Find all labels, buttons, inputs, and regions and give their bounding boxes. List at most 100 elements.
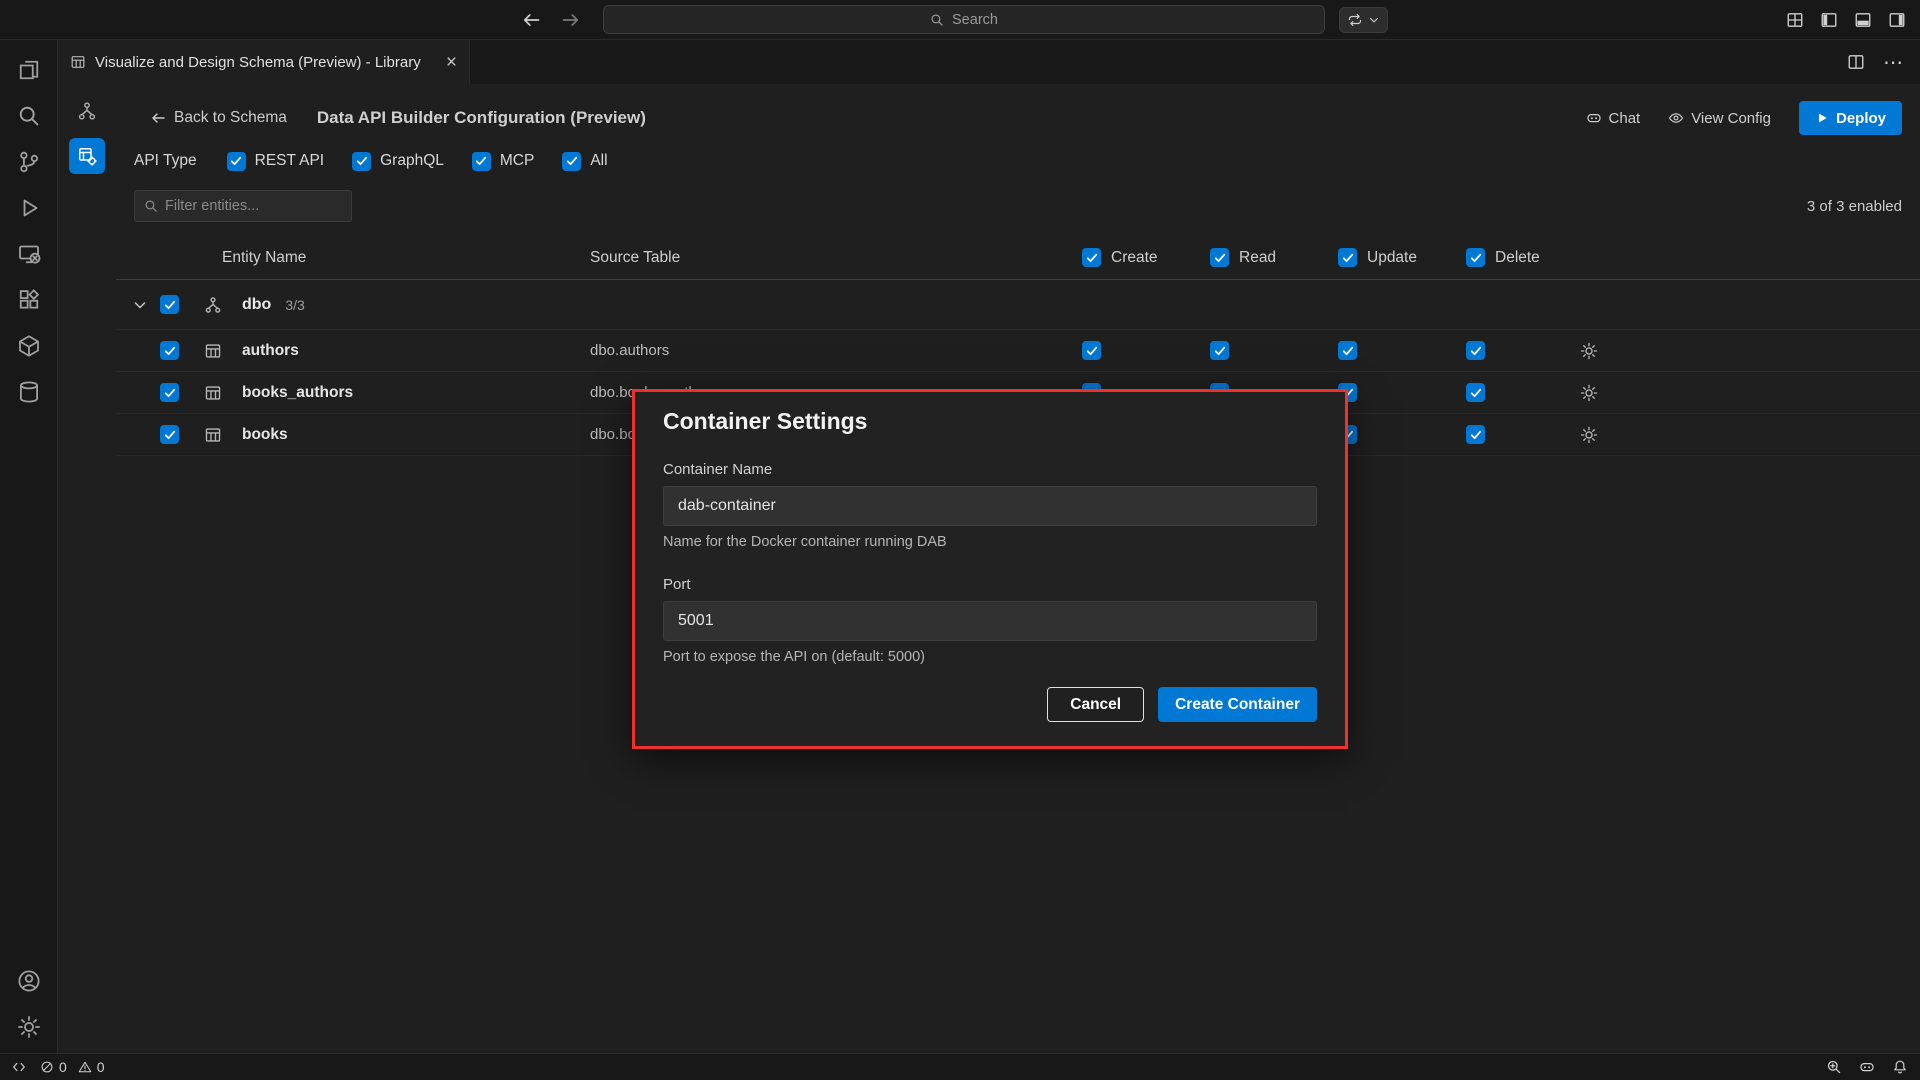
api-type-mcp-checkbox[interactable]: MCP [472, 152, 534, 171]
row-settings-gear-icon[interactable] [1580, 384, 1598, 402]
split-editor-icon[interactable] [1847, 53, 1865, 71]
container-name-field: Container Name Name for the Docker conta… [663, 461, 1317, 550]
table-row: authors dbo.authors [116, 330, 1920, 372]
activity-search-icon[interactable] [15, 102, 43, 130]
tab-close-icon[interactable]: × [446, 53, 457, 72]
copilot-status-icon[interactable] [1859, 1059, 1875, 1075]
checkbox-checked[interactable] [227, 152, 246, 171]
search-icon [144, 199, 158, 213]
session-loop-button[interactable] [1339, 7, 1388, 33]
schema-group-count: 3/3 [285, 297, 304, 313]
update-header-label: Update [1367, 249, 1417, 267]
create-all-checkbox[interactable] [1082, 248, 1101, 267]
dialog-title: Container Settings [663, 408, 1317, 435]
deploy-button[interactable]: Deploy [1799, 101, 1902, 135]
read-all-checkbox[interactable] [1210, 248, 1229, 267]
row-settings-gear-icon[interactable] [1580, 342, 1598, 360]
all-label: All [590, 152, 607, 170]
table-icon [204, 342, 222, 360]
layout-controls [1786, 11, 1906, 29]
update-all-checkbox[interactable] [1338, 248, 1357, 267]
checkbox-checked[interactable] [352, 152, 371, 171]
search-box[interactable]: Search [603, 5, 1325, 34]
activity-explorer-icon[interactable] [15, 56, 43, 84]
row-checkbox[interactable] [160, 383, 179, 402]
group-checkbox[interactable] [160, 295, 179, 314]
tab-label: Visualize and Design Schema (Preview) - … [95, 54, 437, 71]
title-bar-right [1325, 7, 1920, 33]
activity-accounts-icon[interactable] [15, 967, 43, 995]
activity-remote-explorer-icon[interactable] [15, 240, 43, 268]
chevron-down-icon[interactable] [132, 297, 148, 313]
activity-sql-server-icon[interactable] [15, 378, 43, 406]
tab-visualize-design-schema[interactable]: Visualize and Design Schema (Preview) - … [58, 40, 470, 84]
copilot-chat-icon [1586, 110, 1602, 126]
api-type-label: API Type [134, 152, 197, 170]
activity-run-debug-icon[interactable] [15, 194, 43, 222]
container-settings-dialog: Container Settings Container Name Name f… [632, 389, 1348, 749]
deploy-label: Deploy [1836, 110, 1886, 127]
checkbox-checked[interactable] [562, 152, 581, 171]
api-type-all-checkbox[interactable]: All [562, 152, 607, 171]
activity-extensions-icon[interactable] [15, 286, 43, 314]
delete-checkbox[interactable] [1466, 425, 1485, 444]
errors-count: 0 [59, 1059, 67, 1075]
create-header-label: Create [1111, 249, 1158, 267]
container-name-help: Name for the Docker container running DA… [663, 534, 1317, 550]
delete-all-checkbox[interactable] [1466, 248, 1485, 267]
toggle-primary-sidebar-icon[interactable] [1820, 11, 1838, 29]
filter-entities-field[interactable] [134, 190, 352, 222]
create-container-button[interactable]: Create Container [1158, 687, 1317, 722]
more-actions-icon[interactable]: ⋯ [1883, 50, 1904, 75]
read-header-label: Read [1239, 249, 1276, 267]
read-checkbox[interactable] [1210, 341, 1229, 360]
schema-group-row: dbo 3/3 [116, 280, 1920, 330]
api-type-row: API Type REST API GraphQL MCP All [134, 146, 1902, 176]
activity-bar [0, 40, 58, 1053]
nav-forward-button[interactable] [561, 10, 581, 30]
nav-back-button[interactable] [521, 10, 541, 30]
customize-layout-icon[interactable] [1786, 11, 1804, 29]
delete-checkbox[interactable] [1466, 341, 1485, 360]
activity-settings-gear-icon[interactable] [15, 1013, 43, 1041]
view-config-label: View Config [1691, 110, 1771, 127]
entity-name-header: Entity Name [204, 249, 590, 267]
api-type-graphql-checkbox[interactable]: GraphQL [352, 152, 444, 171]
chevron-down-icon [1368, 14, 1380, 26]
view-config-button[interactable]: View Config [1668, 110, 1771, 127]
row-settings-gear-icon[interactable] [1580, 426, 1598, 444]
update-checkbox[interactable] [1338, 341, 1357, 360]
cancel-button[interactable]: Cancel [1047, 687, 1144, 722]
back-to-schema-link[interactable]: Back to Schema [150, 109, 287, 127]
rail-dab-config-icon[interactable] [69, 138, 105, 174]
entity-source: dbo.authors [590, 342, 1082, 359]
notifications-bell-icon[interactable] [1892, 1059, 1908, 1075]
delete-checkbox[interactable] [1466, 383, 1485, 402]
activity-database-projects-icon[interactable] [15, 332, 43, 360]
row-checkbox[interactable] [160, 425, 179, 444]
entity-name: authors [242, 342, 590, 360]
toggle-panel-icon[interactable] [1854, 11, 1872, 29]
row-checkbox[interactable] [160, 341, 179, 360]
rest-api-label: REST API [255, 152, 325, 170]
remote-indicator[interactable] [12, 1060, 26, 1074]
checkbox-checked[interactable] [472, 152, 491, 171]
entity-name: books [242, 426, 590, 444]
toggle-secondary-sidebar-icon[interactable] [1888, 11, 1906, 29]
zoom-icon[interactable] [1826, 1059, 1842, 1075]
header-actions: Chat View Config Deploy [1586, 101, 1902, 135]
table-header-row: Entity Name Source Table Create Read Upd… [116, 236, 1920, 280]
api-type-rest-checkbox[interactable]: REST API [227, 152, 325, 171]
rail-schema-view-icon[interactable] [72, 96, 102, 126]
filter-entities-input[interactable] [165, 198, 342, 214]
container-name-input[interactable] [663, 486, 1317, 526]
status-bar: 0 0 [0, 1053, 1920, 1080]
schema-group-name: dbo [242, 296, 271, 314]
create-checkbox[interactable] [1082, 341, 1101, 360]
entity-name: books_authors [242, 384, 590, 402]
port-input[interactable] [663, 601, 1317, 641]
port-help: Port to expose the API on (default: 5000… [663, 649, 1317, 665]
chat-button[interactable]: Chat [1586, 110, 1641, 127]
problems-indicator[interactable]: 0 0 [40, 1059, 105, 1075]
activity-source-control-icon[interactable] [15, 148, 43, 176]
